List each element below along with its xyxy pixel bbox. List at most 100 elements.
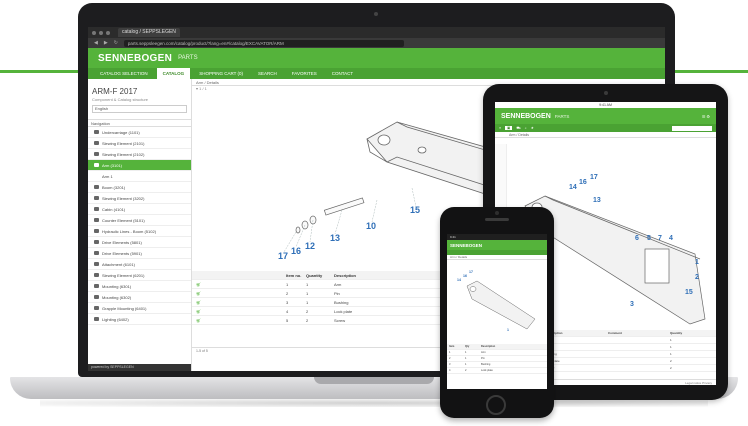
add-to-cart-icon[interactable]: 🛒︎ <box>192 280 282 288</box>
tablet-col-quantity[interactable]: Quantity <box>667 330 707 336</box>
sidebar-footer: powered by SEPPSLEGEN <box>88 364 191 371</box>
tablet-search-icon[interactable]: ⌕ <box>525 126 527 130</box>
tablet-catalog-icon[interactable]: ▣ <box>505 126 513 130</box>
address-bar-row: ◀ ▶ ↻ parts.seppsleegen.com/catalog/prod… <box>88 38 665 48</box>
tablet-header-icons[interactable]: ☰ ⚙ <box>702 114 710 119</box>
phone-parts-table: Item Qty Description 1 1 Arm 2 1 Pin 3 1 Bushing… <box>447 344 547 374</box>
sidebar-item[interactable]: Slewing Element (2102) <box>88 149 191 160</box>
sidebar-item-label: Boom (3201) <box>102 184 126 190</box>
language-select[interactable]: English <box>92 105 187 113</box>
nav-catalog[interactable]: CATALOG <box>156 68 191 79</box>
sidebar-item-label: Arm 1 <box>102 173 113 179</box>
tablet-callout-17[interactable]: 17 <box>590 174 598 181</box>
brand-product: PARTS <box>178 55 198 61</box>
table-cell: 1 <box>465 363 467 366</box>
callout-13[interactable]: 13 <box>330 233 340 243</box>
home-button[interactable] <box>486 395 506 415</box>
browser-tab[interactable]: catalog / SEPPSLEGEN <box>118 28 180 37</box>
sidebar-item-label: Mounting (6301) <box>102 283 132 289</box>
folder-icon <box>94 273 99 277</box>
sidebar-item[interactable]: Hydraulic Lines - Boom (5102) <box>88 226 191 237</box>
tablet-callout-4[interactable]: 4 <box>669 235 673 242</box>
add-to-cart-icon[interactable]: 🛒︎ <box>192 316 282 324</box>
sidebar-item[interactable]: Boom (3201) <box>88 182 191 193</box>
back-icon[interactable]: ◀ <box>94 40 98 46</box>
sidebar-item[interactable]: Drive Elements (5901) <box>88 248 191 259</box>
phone-table-body: 1 1 Arm 2 1 Pin 3 1 Bushing 4 2 Lock plate <box>447 350 547 374</box>
callout-12[interactable]: 12 <box>305 241 315 251</box>
phone-col-item[interactable]: Item <box>447 344 463 349</box>
window-controls <box>92 30 110 35</box>
tablet-callout-16[interactable]: 16 <box>579 179 587 186</box>
table-cell: Arm <box>334 282 342 287</box>
reload-icon[interactable]: ↻ <box>114 40 118 46</box>
tablet-callout-13[interactable]: 13 <box>593 197 601 204</box>
forward-icon[interactable]: ▶ <box>104 40 108 46</box>
sidebar-list: Undercarriage (1101) Slewing Element (210… <box>88 127 191 325</box>
nav-catalog-selection[interactable]: CATALOG SELECTION <box>94 68 154 79</box>
brand-logo[interactable]: SENNEBOGEN <box>98 53 172 64</box>
phone-callout-c[interactable]: 17 <box>469 270 473 274</box>
phone-brand-logo[interactable]: SENNEBOGEN <box>450 243 482 248</box>
table-cell: 2 <box>286 291 289 296</box>
phone-callout-a[interactable]: 14 <box>457 278 461 282</box>
sidebar-item[interactable]: Arm 1 <box>88 171 191 182</box>
phone-arm-drawing <box>466 280 536 330</box>
nav-shopping-cart[interactable]: SHOPPING CART (0) <box>193 68 249 79</box>
add-to-cart-icon[interactable]: 🛒︎ <box>192 289 282 297</box>
main-nav: CATALOG SELECTION CATALOG SHOPPING CART … <box>88 68 665 79</box>
close-window-dot[interactable] <box>92 30 96 35</box>
sidebar-item[interactable]: Undercarriage (1101) <box>88 127 191 138</box>
col-quantity[interactable]: Quantity <box>302 271 330 279</box>
url-field[interactable]: parts.seppsleegen.com/catalog/product/?l… <box>123 39 404 47</box>
tablet-brand-logo[interactable]: SENNEBOGEN <box>501 113 551 120</box>
maximize-window-dot[interactable] <box>106 30 110 35</box>
tablet-callout-7[interactable]: 7 <box>658 235 662 242</box>
sidebar-item[interactable]: Attachment (6101) <box>88 259 191 270</box>
tablet-cart-icon[interactable]: ⛟ <box>516 126 520 131</box>
add-to-cart-icon[interactable]: 🛒︎ <box>192 298 282 306</box>
sidebar-item[interactable]: Mounting (6301) <box>88 281 191 292</box>
tablet-callout-14[interactable]: 14 <box>569 184 577 191</box>
nav-contact[interactable]: CONTACT <box>326 68 359 79</box>
tablet-search-input[interactable] <box>672 125 712 131</box>
sidebar-item[interactable]: Slewing Element (3202) <box>88 193 191 204</box>
tablet-menu-icon[interactable]: ≡ <box>499 126 501 130</box>
tablet-callout-5[interactable]: 5 <box>647 235 651 242</box>
callout-10[interactable]: 10 <box>366 221 376 231</box>
table-cell: Bushing <box>481 363 491 366</box>
col-description[interactable]: Description <box>330 271 450 279</box>
tablet-callout-15[interactable]: 15 <box>685 289 693 296</box>
phone-callout-b[interactable]: 16 <box>463 274 467 278</box>
table-cell: 4 <box>286 309 289 314</box>
app-header: SENNEBOGEN PARTS <box>88 48 665 68</box>
phone-callout-d[interactable]: 1 <box>507 328 509 332</box>
phone-col-description[interactable]: Description <box>479 344 539 349</box>
phone-camera <box>495 211 499 215</box>
sidebar-item[interactable]: Slewing Element (2101) <box>88 138 191 149</box>
callout-16[interactable]: 16 <box>291 246 301 256</box>
sidebar-item[interactable]: Mounting (6302) <box>88 292 191 303</box>
sidebar-item[interactable]: Lighting (6402) <box>88 314 191 325</box>
callout-17[interactable]: 17 <box>278 251 288 261</box>
nav-search[interactable]: SEARCH <box>252 68 283 79</box>
add-to-cart-icon[interactable]: 🛒︎ <box>192 307 282 315</box>
tablet-col-comment[interactable]: Comment <box>605 330 667 336</box>
nav-favorites[interactable]: FAVORITES <box>286 68 323 79</box>
tablet-callout-1[interactable]: 1 <box>695 259 699 266</box>
sidebar-item[interactable]: Arm (3101) <box>88 160 191 171</box>
sidebar-item[interactable]: Slewing Element (6201) <box>88 270 191 281</box>
col-item[interactable]: Item no. <box>282 271 302 279</box>
phone-col-qty[interactable]: Qty <box>463 344 479 349</box>
sidebar-item[interactable]: Grapple Mounting (6401) <box>88 303 191 314</box>
sidebar-item[interactable]: Cabin (4101) <box>88 204 191 215</box>
callout-15[interactable]: 15 <box>410 205 420 215</box>
minimize-window-dot[interactable] <box>99 30 103 35</box>
tablet-callout-6[interactable]: 6 <box>635 235 639 242</box>
tablet-favorites-icon[interactable]: ★ <box>531 126 534 130</box>
sidebar-item[interactable]: Counter Element (5101) <box>88 215 191 226</box>
table-row[interactable]: 4 2 Lock plate <box>447 368 547 374</box>
sidebar-item[interactable]: Drive Elements (5801) <box>88 237 191 248</box>
tablet-callout-3[interactable]: 3 <box>630 301 634 308</box>
tablet-callout-2[interactable]: 2 <box>695 274 699 281</box>
